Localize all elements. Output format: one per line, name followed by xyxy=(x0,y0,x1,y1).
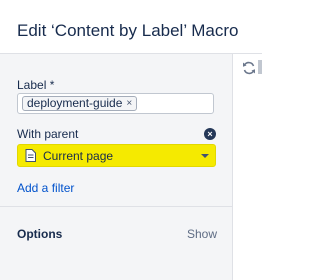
label-input[interactable]: deployment-guide × xyxy=(17,93,214,114)
parent-select-value: Current page xyxy=(43,149,114,163)
dialog-title: Edit ‘Content by Label’ Macro xyxy=(17,21,239,40)
refresh-icon[interactable] xyxy=(242,61,256,75)
parent-field-label: With parent xyxy=(17,127,79,141)
clear-parent-icon[interactable]: × xyxy=(204,128,216,140)
section-divider xyxy=(0,206,232,207)
label-tag-text: deployment-guide xyxy=(27,96,123,110)
preview-toolbar-item[interactable] xyxy=(258,60,262,74)
dialog-header: Edit ‘Content by Label’ Macro xyxy=(0,0,262,54)
tag-remove-icon[interactable]: × xyxy=(126,96,132,111)
label-field-label: Label * xyxy=(17,78,55,92)
chevron-down-icon xyxy=(201,154,209,158)
add-filter-link[interactable]: Add a filter xyxy=(17,181,74,195)
label-tag: deployment-guide × xyxy=(22,96,138,111)
macro-preview-panel xyxy=(233,54,262,280)
page-icon xyxy=(25,149,36,162)
show-options-link[interactable]: Show xyxy=(187,227,217,241)
options-heading: Options xyxy=(17,227,63,241)
parent-select[interactable]: Current page xyxy=(17,144,216,167)
